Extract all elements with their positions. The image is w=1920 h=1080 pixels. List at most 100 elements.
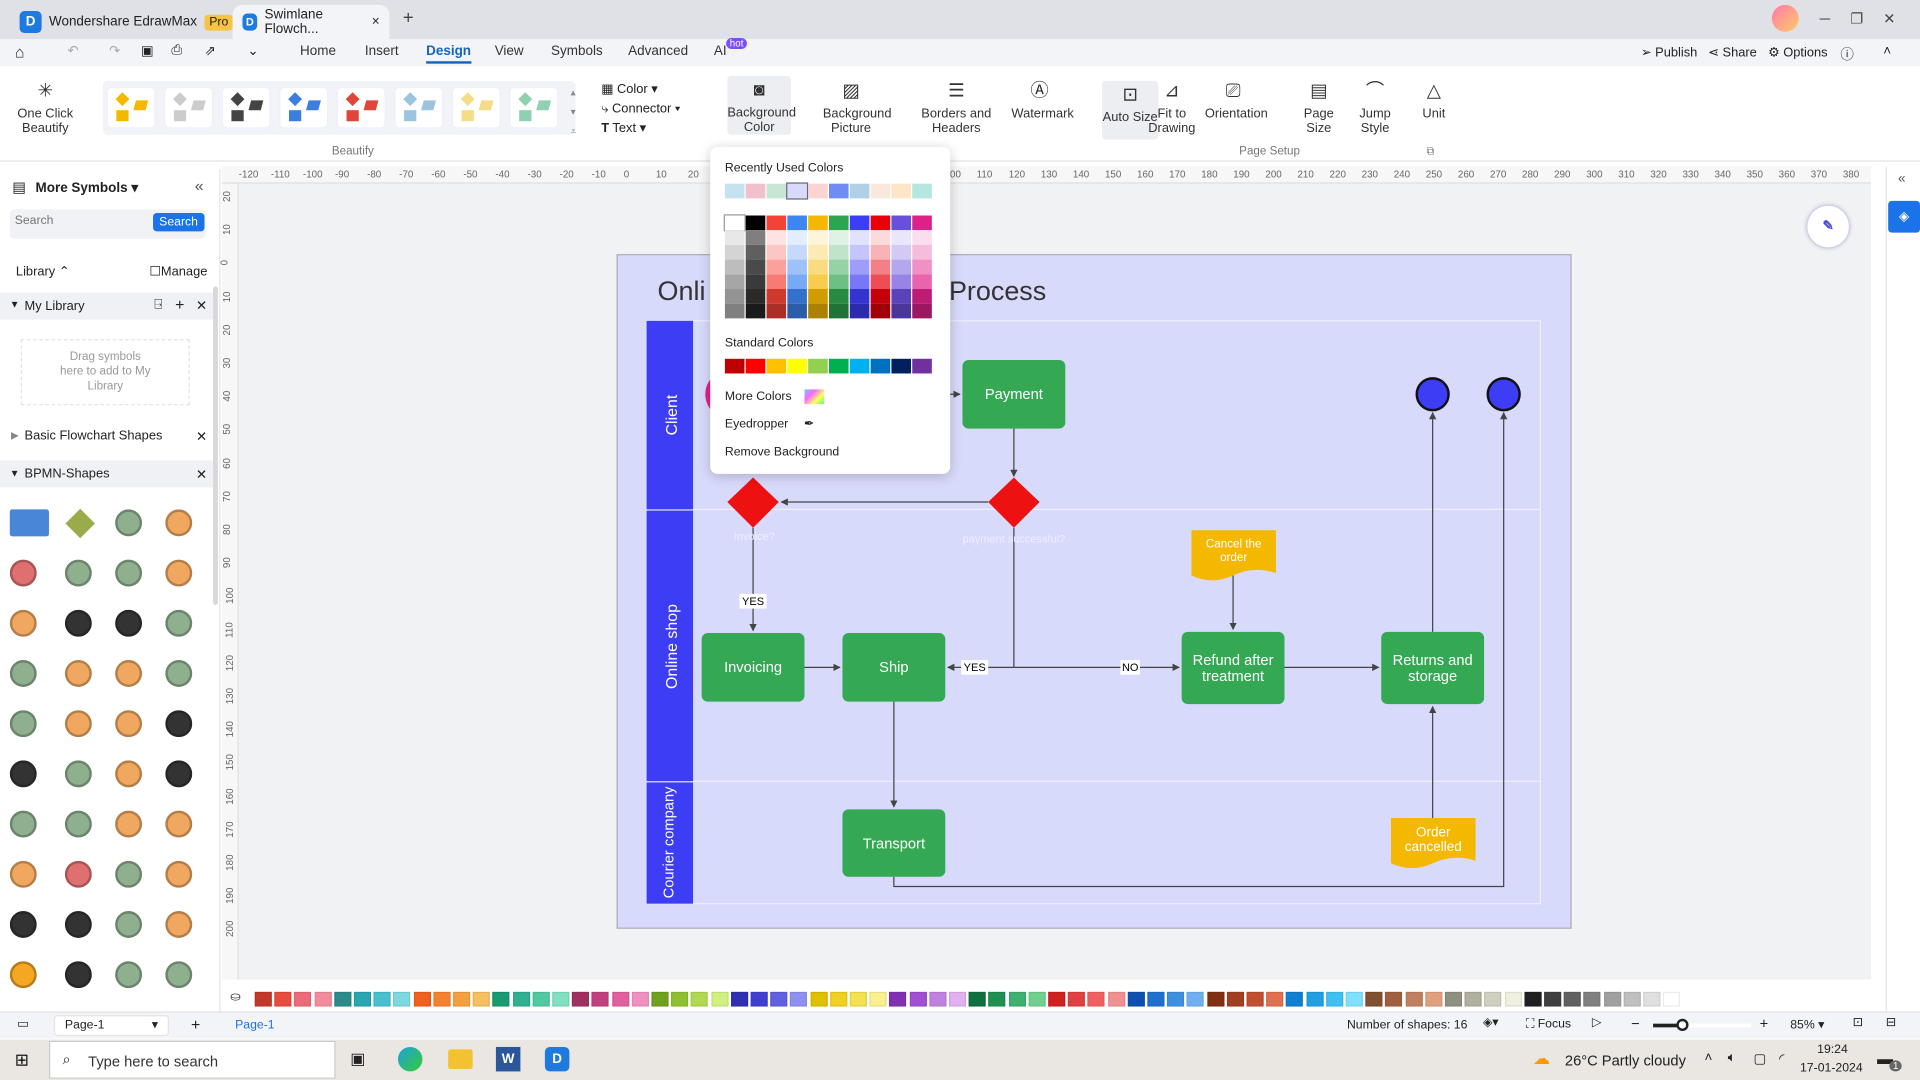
palette-color-swatch[interactable] bbox=[1067, 991, 1086, 1007]
palette-color-swatch[interactable] bbox=[1643, 991, 1661, 1007]
bpmn-shape-icon[interactable] bbox=[115, 860, 143, 888]
palette-color-swatch[interactable] bbox=[1325, 991, 1344, 1007]
color-shade-swatch[interactable] bbox=[891, 230, 912, 245]
order-cancelled-note[interactable]: Order cancelled bbox=[1391, 817, 1476, 869]
transport-task[interactable]: Transport bbox=[842, 809, 946, 877]
unit-button[interactable]: △ Unit bbox=[1406, 81, 1462, 121]
palette-color-swatch[interactable] bbox=[1504, 991, 1522, 1007]
color-shade-swatch[interactable] bbox=[828, 303, 849, 319]
bpmn-shape-icon[interactable] bbox=[64, 961, 92, 989]
share-button[interactable]: ⋖ Share bbox=[1708, 45, 1757, 60]
theme-thumbnail[interactable] bbox=[280, 88, 327, 128]
palette-color-swatch[interactable] bbox=[1306, 991, 1324, 1007]
bpmn-shape-icon[interactable] bbox=[165, 559, 193, 587]
recent-color-swatch[interactable] bbox=[724, 183, 745, 199]
standard-color-swatch[interactable] bbox=[891, 358, 912, 374]
watermark-button[interactable]: Ⓐ Watermark bbox=[1011, 81, 1073, 121]
fit-to-drawing-button[interactable]: ⊿ Fit to Drawing bbox=[1144, 81, 1200, 136]
options-button[interactable]: ⚙ Options bbox=[1768, 45, 1827, 60]
color-shade-swatch[interactable] bbox=[870, 259, 891, 275]
color-shade-swatch[interactable] bbox=[787, 244, 807, 260]
palette-color-swatch[interactable] bbox=[254, 991, 272, 1007]
palette-color-swatch[interactable] bbox=[1544, 991, 1562, 1007]
color-shade-swatch[interactable] bbox=[724, 244, 745, 260]
palette-color-swatch[interactable] bbox=[393, 991, 411, 1007]
add-icon[interactable]: + bbox=[175, 295, 184, 313]
palette-color-swatch[interactable] bbox=[532, 991, 550, 1007]
color-shade-swatch[interactable] bbox=[849, 259, 870, 275]
palette-color-swatch[interactable] bbox=[1107, 991, 1125, 1007]
theme-thumbnail[interactable] bbox=[222, 88, 270, 128]
close-icon[interactable]: ✕ bbox=[196, 429, 207, 445]
color-shade-swatch[interactable] bbox=[766, 274, 787, 289]
bpmn-shape-icon[interactable] bbox=[9, 710, 37, 738]
color-shade-swatch[interactable] bbox=[912, 288, 932, 304]
palette-color-swatch[interactable] bbox=[829, 991, 848, 1007]
restore-button[interactable]: ❐ bbox=[1850, 10, 1863, 27]
color-shade-swatch[interactable] bbox=[745, 288, 766, 304]
expand-panel-icon[interactable]: « bbox=[1898, 171, 1906, 186]
recent-color-swatch[interactable] bbox=[808, 183, 828, 199]
palette-color-swatch[interactable] bbox=[1008, 991, 1026, 1007]
bpmn-shape-icon[interactable] bbox=[165, 810, 193, 838]
theme-thumbnail[interactable] bbox=[165, 88, 212, 128]
bpmn-shape-icon[interactable] bbox=[9, 961, 37, 989]
color-shade-swatch[interactable] bbox=[828, 230, 849, 245]
palette-color-swatch[interactable] bbox=[968, 991, 986, 1007]
palette-color-swatch[interactable] bbox=[1563, 991, 1582, 1007]
home-icon[interactable]: ⌂ bbox=[15, 43, 25, 61]
library-drop-zone[interactable]: Drag symbols here to add to My Library bbox=[20, 339, 190, 406]
color-shade-swatch[interactable] bbox=[912, 303, 932, 319]
zoom-out-button[interactable]: − bbox=[1631, 1015, 1640, 1032]
standard-color-swatch[interactable] bbox=[870, 358, 891, 374]
color-shade-swatch[interactable] bbox=[828, 244, 849, 260]
recent-color-swatch[interactable] bbox=[786, 182, 809, 200]
page-size-button[interactable]: ▤ Page Size bbox=[1291, 81, 1347, 136]
more-colors-item[interactable]: More Colors bbox=[725, 389, 825, 405]
bpmn-shape-icon[interactable] bbox=[115, 810, 143, 838]
palette-color-swatch[interactable] bbox=[948, 991, 967, 1007]
edge-browser-icon[interactable] bbox=[397, 1046, 423, 1072]
standard-color-swatch[interactable] bbox=[766, 358, 787, 374]
zoom-in-button[interactable]: + bbox=[1760, 1015, 1769, 1032]
standard-color-swatch[interactable] bbox=[745, 358, 766, 374]
zoom-slider-handle[interactable] bbox=[1676, 1018, 1689, 1032]
export-icon[interactable]: ⇗ bbox=[204, 43, 215, 59]
color-shade-swatch[interactable] bbox=[766, 230, 787, 245]
palette-color-swatch[interactable] bbox=[274, 991, 292, 1007]
ai-assistant-icon[interactable]: ✎ bbox=[1807, 205, 1849, 248]
bpmn-shape-icon[interactable] bbox=[9, 660, 37, 687]
color-shade-swatch[interactable] bbox=[891, 303, 912, 319]
jump-style-button[interactable]: ⌒ Jump Style bbox=[1347, 81, 1403, 136]
bpmn-shape-icon[interactable] bbox=[115, 961, 143, 989]
layers-icon[interactable]: ◈▾ bbox=[1483, 1016, 1499, 1029]
wifi-icon[interactable]: ◜ bbox=[1779, 1051, 1784, 1067]
page-panel-icon[interactable]: ▭ bbox=[17, 1018, 29, 1031]
bpmn-shape-icon[interactable] bbox=[165, 961, 193, 989]
color-shade-swatch[interactable] bbox=[745, 230, 766, 245]
bpmn-shape-icon[interactable] bbox=[165, 660, 193, 687]
palette-color-swatch[interactable] bbox=[314, 991, 332, 1007]
search-input[interactable] bbox=[14, 214, 144, 228]
palette-color-swatch[interactable] bbox=[810, 991, 828, 1007]
play-icon[interactable]: ▷ bbox=[1592, 1016, 1601, 1029]
fill-bucket-icon[interactable]: ⛀ bbox=[230, 991, 240, 1004]
palette-color-swatch[interactable] bbox=[651, 991, 669, 1007]
bpmn-shape-icon[interactable] bbox=[64, 609, 92, 637]
palette-color-swatch[interactable] bbox=[512, 991, 530, 1007]
recent-color-swatch[interactable] bbox=[870, 183, 891, 199]
palette-color-swatch[interactable] bbox=[1206, 991, 1224, 1007]
file-explorer-icon[interactable] bbox=[448, 1049, 473, 1069]
bpmn-shape-icon[interactable] bbox=[165, 860, 193, 888]
color-shade-swatch[interactable] bbox=[891, 244, 912, 260]
bpmn-shape-icon[interactable] bbox=[115, 660, 143, 687]
volume-icon[interactable]: 🔈︎ bbox=[1728, 1051, 1736, 1067]
color-shade-swatch[interactable] bbox=[808, 274, 828, 289]
bpmn-shape-icon[interactable] bbox=[165, 509, 193, 537]
color-shade-swatch[interactable] bbox=[912, 244, 932, 260]
bpmn-shape-icon[interactable] bbox=[115, 911, 143, 938]
page-tab[interactable]: Page-1 bbox=[235, 1019, 274, 1032]
bpmn-shape-icon[interactable] bbox=[9, 509, 49, 537]
zoom-level-dropdown[interactable]: 85% ▾ bbox=[1790, 1019, 1824, 1032]
color-shade-swatch[interactable] bbox=[724, 288, 745, 304]
